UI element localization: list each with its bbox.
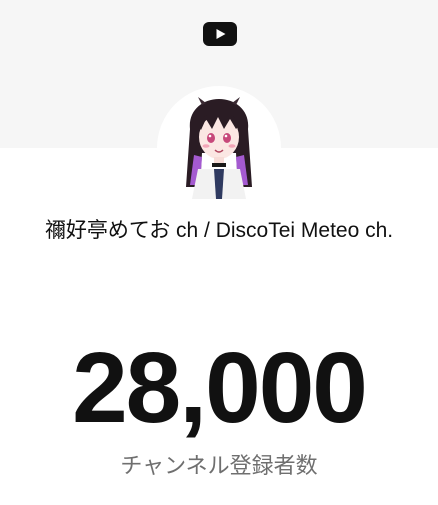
youtube-logo-icon[interactable]: [203, 22, 237, 46]
channel-avatar[interactable]: [176, 95, 262, 199]
channel-name[interactable]: 禰好亭めてお ch / DiscoTei Meteo ch.: [0, 214, 438, 248]
subscriber-count: 28,000: [72, 332, 368, 444]
subscriber-label: チャンネル登録者数: [120, 453, 318, 478]
